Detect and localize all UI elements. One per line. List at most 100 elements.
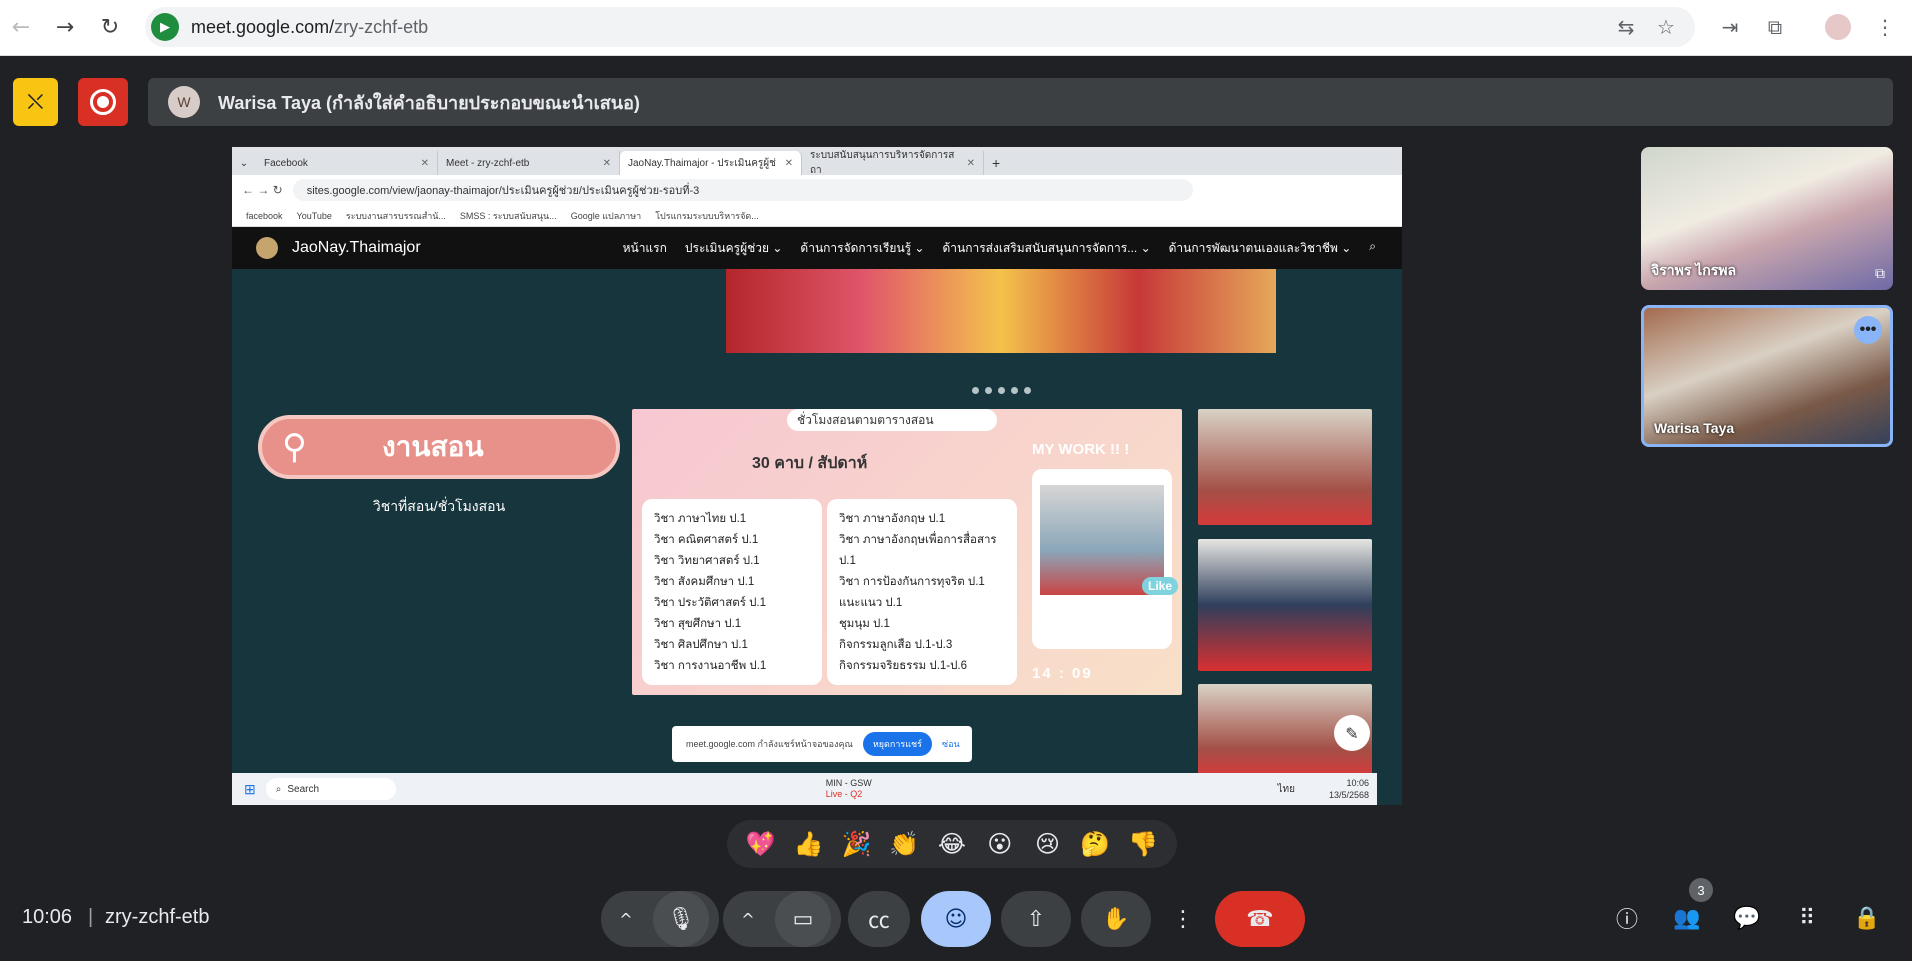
like-sticker: Like — [1141, 577, 1178, 595]
record-icon — [90, 89, 116, 115]
clap-reaction[interactable]: 👏 — [884, 830, 924, 858]
shared-tab-active: JaoNay.Thaimajor - ประเมินครูผู้ช่ ✕ — [620, 151, 802, 175]
participant-name: จิราพร ไกรพล — [1651, 262, 1737, 278]
schedule-item: กิจกรรมลูกเสือ ป.1-ป.3 — [839, 639, 953, 651]
profile-avatar[interactable] — [1825, 14, 1851, 40]
tab-search-icon: ⌄ — [239, 157, 249, 169]
schedule-item: วิชา สังคมศึกษา ป.1 — [654, 576, 755, 588]
presenter-avatar: W — [168, 86, 200, 118]
smiley-icon: ☺ — [944, 906, 968, 932]
heart-reaction[interactable]: 💖 — [741, 830, 781, 858]
picture-in-picture-icon[interactable]: ⧉ — [1875, 266, 1885, 282]
more-options-button[interactable]: ⋮ — [1162, 891, 1204, 947]
url-path: zry-zchf-etb — [334, 16, 429, 37]
mic-options-chevron-icon[interactable]: ^ — [611, 910, 641, 929]
camera-icon[interactable]: ▭ — [775, 891, 831, 947]
schedule-item: วิชา การงานอาชีพ ป.1 — [654, 660, 767, 672]
shared-browser-tabs: ⌄ Facebook ✕ Meet - zry-zchf-etb ✕ JaoNay.… — [232, 147, 1402, 176]
camera-control: ^ ▭ — [723, 891, 841, 947]
windows-taskbar: ⊞ ⌕ Search MIN - GSW Live - Q2 ไทย 10:06 … — [232, 773, 1377, 805]
camera-off-indicator-icon[interactable]: ⛌ — [13, 78, 58, 126]
people-icon[interactable]: 👥 — [1665, 896, 1709, 940]
recording-indicator[interactable] — [78, 78, 128, 126]
share-notification: meet.google.com กำลังแชร์หน้าจอของคุณ หย… — [672, 726, 972, 762]
site-menu-item: ด้านการส่งเสริมสนับสนุนการจัดการ... ⌄ — [942, 240, 1151, 255]
site-title: JaoNay.Thaimajor — [292, 239, 421, 256]
mywork-label: MY WORK !! ! — [1032, 441, 1130, 458]
schedule-item: วิชา ภาษาอังกฤษเพื่อการสื่อสาร ป.1 — [839, 534, 997, 567]
site-navbar: JaoNay.Thaimajor หน้าแรก ประเมินครูผู้ช่… — [232, 227, 1402, 269]
weather-line2: Live - Q2 — [825, 789, 863, 799]
captions-icon: ㏄ — [867, 909, 890, 934]
info-icon[interactable]: ⓘ — [1605, 896, 1649, 940]
sign-in-icon[interactable]: ⇥ — [1715, 12, 1745, 42]
separator: | — [88, 906, 94, 928]
reload-icon[interactable]: ↻ — [95, 12, 125, 42]
address-bar[interactable]: ▶ meet.google.com/zry-zchf-etb ⇆ ☆ — [145, 7, 1695, 47]
bookmark: ระบบงานสารบรรณสำนั... — [345, 210, 446, 221]
captions-button[interactable]: ㏄ — [848, 891, 910, 947]
extensions-icon[interactable]: ⧉ — [1760, 12, 1790, 42]
mic-control: ^ 🎙 — [601, 891, 719, 947]
schedule-header: 30 คาบ / สัปดาห์ — [752, 455, 868, 472]
hand-icon: ✋ — [1102, 906, 1130, 932]
translate-icon[interactable]: ⇆ — [1611, 12, 1641, 42]
meeting-code: zry-zchf-etb — [105, 906, 210, 928]
party-reaction[interactable]: 🎉 — [836, 830, 876, 858]
url-text[interactable]: meet.google.com/zry-zchf-etb — [191, 17, 428, 38]
hang-up-icon: ☎ — [1246, 906, 1274, 932]
shared-url: sites.google.com/view/jaonay-thaimajor/ป… — [292, 179, 1193, 201]
shared-tab: ระบบสนับสนุนการบริหารจัดการสถา ✕ — [802, 150, 984, 176]
presenter-bar: W Warisa Taya (กำลังใส่คำอธิบายประกอบขณะ… — [148, 78, 1893, 126]
search-pill-label: งานสอน — [382, 431, 484, 462]
thumbs-down-reaction[interactable]: 👎 — [1123, 830, 1163, 858]
reactions-button[interactable]: ☺ — [921, 891, 991, 947]
schedule-time: 14 : 09 — [1032, 665, 1093, 682]
camera-options-chevron-icon[interactable]: ^ — [733, 910, 763, 929]
meet-site-icon: ▶ — [151, 13, 179, 41]
browser-toolbar: ← → ↻ ▶ meet.google.com/zry-zchf-etb ⇆ ☆… — [0, 0, 1912, 56]
shared-tab: Meet - zry-zchf-etb ✕ — [438, 151, 620, 175]
meeting-clock: 10:06 — [22, 906, 73, 928]
shared-bookmarks: facebook YouTube ระบบงานสารบรรณสำนั... S… — [232, 205, 1402, 227]
bookmark: Google แปลภาษา — [570, 210, 642, 221]
carousel-dots — [972, 387, 1042, 397]
stop-sharing-button: หยุดการแชร์ — [862, 732, 932, 756]
forward-icon[interactable]: → — [50, 12, 80, 42]
present-screen-icon: ⇧ — [1026, 906, 1046, 932]
thumbs-up-reaction[interactable]: 👍 — [789, 830, 829, 858]
raise-hand-button[interactable]: ✋ — [1081, 891, 1151, 947]
shared-tab: Facebook ✕ — [256, 151, 438, 175]
schedule-item: วิชา ภาษาไทย ป.1 — [654, 513, 747, 525]
bookmark: SMSS : ระบบสนับสนุน... — [459, 210, 557, 221]
taskbar-clock: 10:06 13/5/2568 — [1328, 778, 1369, 800]
new-tab-icon: + — [992, 155, 1001, 171]
bookmark-star-icon[interactable]: ☆ — [1651, 12, 1681, 42]
search-icon: ⌕ — [275, 783, 282, 795]
surprised-reaction[interactable]: 😮 — [980, 830, 1020, 858]
leave-call-button[interactable]: ☎ — [1215, 891, 1305, 947]
mic-icon[interactable]: 🎙 — [653, 891, 709, 947]
url-host: meet.google.com/ — [191, 16, 335, 37]
hide-button: ซ่อน — [941, 739, 960, 749]
bookmark: โปรแกรมระบบบริหารจัด... — [655, 210, 759, 221]
sad-reaction[interactable]: 😢 — [1027, 830, 1067, 858]
present-button[interactable]: ⇧ — [1001, 891, 1071, 947]
participant-tile-speaking[interactable]: ••• Warisa Taya — [1641, 305, 1893, 447]
magnifier-icon: ⚲ — [282, 427, 307, 467]
browser-menu-icon[interactable]: ⋮ — [1870, 12, 1900, 42]
more-options-icon[interactable]: ••• — [1854, 316, 1882, 344]
laugh-reaction[interactable]: 😂 — [932, 830, 972, 858]
thinking-reaction[interactable]: 🤔 — [1075, 830, 1115, 858]
activities-grid-icon[interactable]: ⠿ — [1785, 896, 1829, 940]
back-icon[interactable]: ← — [6, 12, 36, 42]
site-search-icon: ⌕ — [1369, 238, 1376, 253]
banner-image — [726, 269, 1276, 353]
chat-icon[interactable]: 💬 — [1725, 896, 1769, 940]
participant-tile[interactable]: จิราพร ไกรพล ⧉ — [1641, 147, 1893, 290]
language-indicator: ไทย — [1277, 783, 1295, 795]
schedule-item: วิชา คณิตศาสตร์ ป.1 — [654, 534, 759, 546]
host-controls-lock-icon[interactable]: 🔒 — [1845, 896, 1889, 940]
schedule-item: วิชา ศิลปศึกษา ป.1 — [654, 639, 748, 651]
reactions-bar: 💖 👍 🎉 👏 😂 😮 😢 🤔 👎 — [727, 820, 1177, 868]
